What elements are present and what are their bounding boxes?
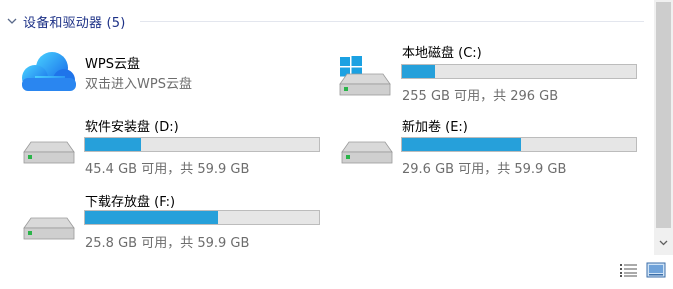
hard-drive-icon — [341, 141, 393, 164]
group-divider — [140, 21, 644, 22]
drive-name: 新加卷 (E:) — [402, 120, 468, 135]
cloud-icon — [22, 52, 76, 91]
drive-usage-bar — [401, 137, 637, 152]
hard-drive-icon — [339, 73, 391, 96]
group-title: 设备和驱动器 (5) — [23, 15, 126, 31]
drive-space-text: 25.8 GB 可用，共 59.9 GB — [85, 236, 250, 251]
drive-tile-wps-cloud[interactable]: WPS云盘 双击进入WPS云盘 — [20, 46, 320, 100]
usage-bar-fill — [402, 138, 522, 151]
drive-usage-bar — [401, 64, 637, 79]
usage-bar-fill — [85, 138, 142, 151]
vertical-scrollbar[interactable] — [654, 0, 673, 255]
chevron-down-icon[interactable] — [5, 14, 19, 28]
drive-name: 下载存放盘 (F:) — [85, 195, 176, 210]
scroll-down-arrow-icon[interactable] — [657, 236, 670, 249]
hard-drive-icon — [23, 217, 75, 240]
hard-drive-icon — [23, 141, 75, 164]
drive-tile-e[interactable]: 新加卷 (E:) 29.6 GB 可用，共 59.9 GB — [338, 116, 640, 178]
drive-usage-bar — [84, 137, 320, 152]
drive-space-text: 29.6 GB 可用，共 59.9 GB — [402, 162, 567, 177]
drive-name: 本地磁盘 (C:) — [402, 46, 482, 61]
drive-space-text: 255 GB 可用，共 296 GB — [402, 89, 559, 104]
usage-bar-fill — [402, 65, 435, 78]
drive-tile-f[interactable]: 下载存放盘 (F:) 25.8 GB 可用，共 59.9 GB — [20, 190, 322, 252]
usage-bar-fill — [85, 211, 219, 224]
details-view-icon[interactable] — [619, 262, 639, 278]
scrollbar-thumb[interactable] — [656, 2, 671, 228]
drive-usage-bar — [84, 210, 320, 225]
drive-space-text: 45.4 GB 可用，共 59.9 GB — [85, 162, 250, 177]
group-header[interactable]: 设备和驱动器 (5) — [0, 12, 126, 31]
drive-name: 软件安装盘 (D:) — [85, 120, 179, 135]
file-explorer-content: 设备和驱动器 (5) WPS云盘 双击进入WPS云盘 本地磁盘 (C:) 255… — [0, 0, 673, 289]
drive-name: WPS云盘 — [85, 57, 140, 72]
large-icons-view-icon[interactable] — [646, 262, 666, 278]
drive-tile-d[interactable]: 软件安装盘 (D:) 45.4 GB 可用，共 59.9 GB — [20, 116, 322, 178]
drive-tile-c[interactable]: 本地磁盘 (C:) 255 GB 可用，共 296 GB — [338, 42, 638, 104]
drive-subtitle: 双击进入WPS云盘 — [85, 77, 192, 92]
